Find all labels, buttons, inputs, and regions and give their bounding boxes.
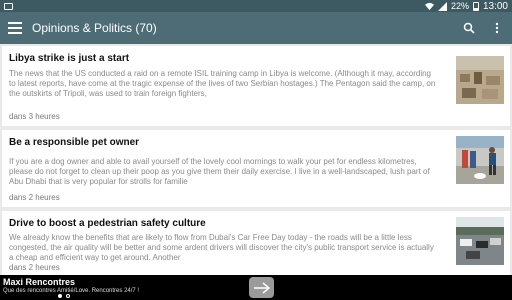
article-title: Libya strike is just a start — [9, 53, 130, 64]
article-time: dans 2 heures — [9, 193, 60, 202]
article-feed: Libya strike is just a start The news th… — [0, 44, 512, 275]
article-card[interactable]: Drive to boost a pedestrian safety cultu… — [2, 211, 510, 275]
clock: 13:00 — [482, 0, 508, 12]
page-title: Opinions & Politics (70) — [32, 21, 157, 35]
status-bar: 22% 13:00 — [0, 0, 512, 12]
app-bar: Opinions & Politics (70) — [0, 12, 512, 44]
traffic-road-thumbnail — [456, 217, 504, 265]
battery-icon — [472, 1, 479, 11]
ad-pager — [58, 294, 70, 298]
more-options-icon[interactable] — [490, 21, 504, 35]
article-summary: We already know the benefits that are li… — [9, 233, 434, 262]
article-card[interactable]: Libya strike is just a start The news th… — [2, 46, 510, 126]
battery-percent: 22% — [450, 1, 469, 11]
city-aerial-thumbnail — [456, 56, 504, 104]
hamburger-menu-icon[interactable] — [8, 22, 22, 34]
article-title: Drive to boost a pedestrian safety cultu… — [9, 218, 206, 229]
pager-dot — [66, 294, 70, 298]
signal-icon — [437, 1, 447, 11]
article-time: dans 2 heures — [9, 263, 60, 272]
search-icon[interactable] — [462, 21, 476, 35]
notification-icon — [4, 2, 13, 10]
article-title: Be a responsible pet owner — [9, 137, 140, 148]
wifi-icon — [424, 2, 434, 10]
ad-banner[interactable]: Maxi Rencontres Que des rencontres Amiti… — [0, 275, 512, 300]
article-summary: If you are a dog owner and able to avail… — [9, 157, 430, 186]
article-summary: The news that the US conducted a raid on… — [9, 69, 436, 98]
ad-arrow-button[interactable] — [249, 277, 274, 298]
arrow-right-icon — [253, 281, 270, 294]
ad-title: Maxi Rencontres — [3, 277, 76, 287]
article-card[interactable]: Be a responsible pet owner If you are a … — [2, 130, 510, 207]
dog-walker-thumbnail — [456, 136, 504, 184]
article-time: dans 3 heures — [9, 112, 60, 121]
pager-dot-active — [58, 294, 62, 298]
ad-text: Que des rencontres Amitié/Love. Rencontr… — [3, 288, 140, 294]
